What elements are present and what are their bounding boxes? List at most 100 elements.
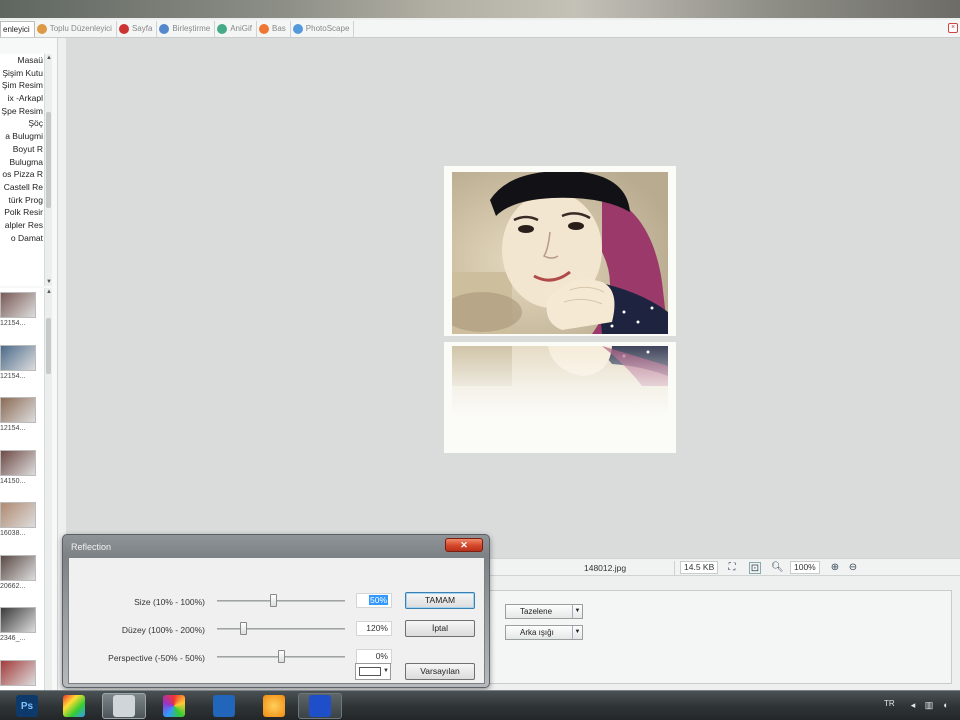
folder-item[interactable]: Boyut R (0, 143, 44, 156)
thumbnail-caption: 12154... (0, 372, 26, 380)
tab-0[interactable]: enleyici (0, 20, 35, 37)
folder-scroll-thumb[interactable] (46, 112, 51, 208)
thumbnail-caption: 12154... (0, 425, 26, 432)
folder-item[interactable]: ix -Arkapl (0, 92, 44, 105)
zoom-out-small-icon[interactable]: ⊖ (847, 562, 859, 574)
dialog-body: Size (10% - 100%) 50% Düzey (100% - 200%… (68, 557, 485, 684)
thumbnail-item[interactable]: 20662... (0, 551, 44, 604)
folder-tree[interactable]: Masaü Şişim Kutu Şim Resim ix -Arkapl Şpe Re… (0, 54, 44, 286)
tray-arrow-icon[interactable]: ◂ (908, 700, 918, 710)
scroll-up-icon[interactable]: ▲ (45, 54, 53, 62)
reflection-gap (444, 336, 676, 342)
size-value: 50% (368, 595, 388, 605)
thumbnail-item[interactable]: 16038... (0, 498, 44, 551)
ok-button[interactable]: TAMAM (405, 592, 475, 609)
language-indicator[interactable]: TR (884, 699, 895, 708)
level-slider[interactable] (217, 622, 345, 635)
anigif-icon (217, 23, 228, 34)
thumbnail-item[interactable]: 12154... (0, 341, 44, 394)
thumbnail-caption: 16038... (0, 530, 26, 537)
print-icon (259, 23, 269, 34)
thumbnail-caption: 20662... (0, 582, 26, 590)
portrait-photo (452, 172, 668, 334)
dialog-title: Reflection (71, 542, 112, 552)
folder-item[interactable]: Masaü (0, 54, 44, 67)
folder-item[interactable]: a Bulugmi (0, 130, 44, 143)
taskbar-app[interactable] (102, 693, 146, 719)
tab-label: enleyici (3, 24, 30, 34)
tab-1[interactable]: Toplu Düzenleyici (35, 20, 117, 37)
folder-item[interactable]: Şpe Resim (0, 105, 44, 118)
tab-4[interactable]: AniGif (215, 20, 257, 37)
reflection-color-picker[interactable]: ▼ (355, 663, 391, 680)
tab-6[interactable]: PhotoScape (291, 20, 355, 37)
perspective-slider-thumb[interactable] (278, 650, 285, 663)
folder-item[interactable]: Şöç (0, 117, 44, 130)
photoscape-task-icon (309, 695, 331, 717)
level-value: 120% (366, 623, 388, 633)
taskbar-app[interactable] (298, 693, 342, 719)
color-swatch (359, 667, 381, 676)
tab-2[interactable]: Sayfa (117, 20, 158, 37)
status-filename: 148012.jpg (584, 563, 627, 573)
thumbnail-list: 12154... 12154... 12154... 14150... 16038...… (0, 288, 44, 702)
curve-app-icon (113, 695, 135, 717)
zoom-level: 100% (790, 561, 820, 574)
tab-5[interactable]: Bas (257, 20, 291, 37)
tab-3[interactable]: Birleştirme (157, 20, 216, 37)
thumbnail-item[interactable]: 12154... (0, 393, 44, 446)
folder-item[interactable]: Bulugma (0, 156, 44, 169)
taskbar-app[interactable] (202, 693, 246, 719)
folder-item[interactable]: o Damat (0, 232, 44, 245)
cancel-button[interactable]: İptal (405, 620, 475, 637)
zoom-fit-icon[interactable]: ⊡ (749, 562, 761, 574)
combine-icon (159, 23, 170, 34)
status-divider (674, 561, 675, 575)
thumbnail-item[interactable]: 2346_... (0, 603, 44, 656)
folder-item[interactable]: türk Prog (0, 194, 44, 207)
thumbnail-scroll-thumb[interactable] (46, 318, 51, 374)
size-slider-thumb[interactable] (270, 594, 278, 607)
folder-item[interactable]: Castell Re (0, 181, 44, 194)
tab-label: Sayfa (131, 24, 153, 33)
thumbnail-item[interactable]: 14150... (0, 446, 44, 499)
folder-scrollbar[interactable]: ▲ ▼ (44, 54, 52, 286)
fit-screen-icon[interactable]: ⛶ (726, 562, 738, 574)
volume-icon[interactable]: ◖ (940, 700, 950, 710)
close-icon[interactable]: × (948, 23, 958, 33)
folder-item[interactable]: Şişim Kutu (0, 67, 44, 80)
frame-dropdown[interactable]: Tazelene ▼ (505, 604, 583, 619)
batch-editor-icon (36, 23, 47, 34)
perspective-slider[interactable] (217, 650, 345, 663)
size-slider[interactable] (217, 594, 345, 607)
thumbnail-caption: 14150... (0, 477, 26, 485)
scroll-up-icon[interactable]: ▲ (45, 288, 53, 296)
taskbar-app[interactable] (152, 693, 196, 719)
zoom-in-icon[interactable]: ⊕ (829, 562, 841, 574)
thumbnail-image (0, 449, 36, 476)
folder-item[interactable]: alpler Res (0, 219, 44, 232)
thumbnail-caption: 12154... (0, 320, 26, 327)
thumbnail-image (0, 397, 36, 423)
level-slider-thumb[interactable] (239, 622, 247, 635)
perspective-value-field[interactable]: 0% (356, 649, 392, 664)
close-icon[interactable]: ✕ (445, 538, 483, 552)
background-dropdown[interactable]: Arka ışığı ▼ (505, 625, 583, 640)
thumbnail-item[interactable]: 12154... (0, 288, 44, 341)
scroll-down-icon[interactable]: ▼ (45, 278, 53, 286)
taskbar-app[interactable]: Ps (5, 693, 49, 719)
thumbnail-scrollbar[interactable]: ▲ ▼ (44, 288, 52, 702)
level-value-field[interactable]: 120% (356, 621, 392, 636)
folder-item[interactable]: Polk Resir (0, 206, 44, 219)
taskbar-app[interactable] (52, 693, 96, 719)
image-canvas[interactable] (66, 38, 960, 558)
desktop-background-strip (0, 0, 960, 20)
network-icon[interactable]: ▥ (924, 700, 934, 710)
zoom-out-icon[interactable]: 🔍︎ (771, 562, 784, 574)
folder-item[interactable]: Şim Resim (0, 79, 44, 92)
size-value-field[interactable]: 50% (356, 593, 392, 608)
default-button[interactable]: Varsayılan (405, 663, 475, 680)
folder-item[interactable]: os Pizza R (0, 168, 44, 181)
status-filesize: 14.5 KB (680, 561, 719, 574)
taskbar-app[interactable] (252, 693, 296, 719)
